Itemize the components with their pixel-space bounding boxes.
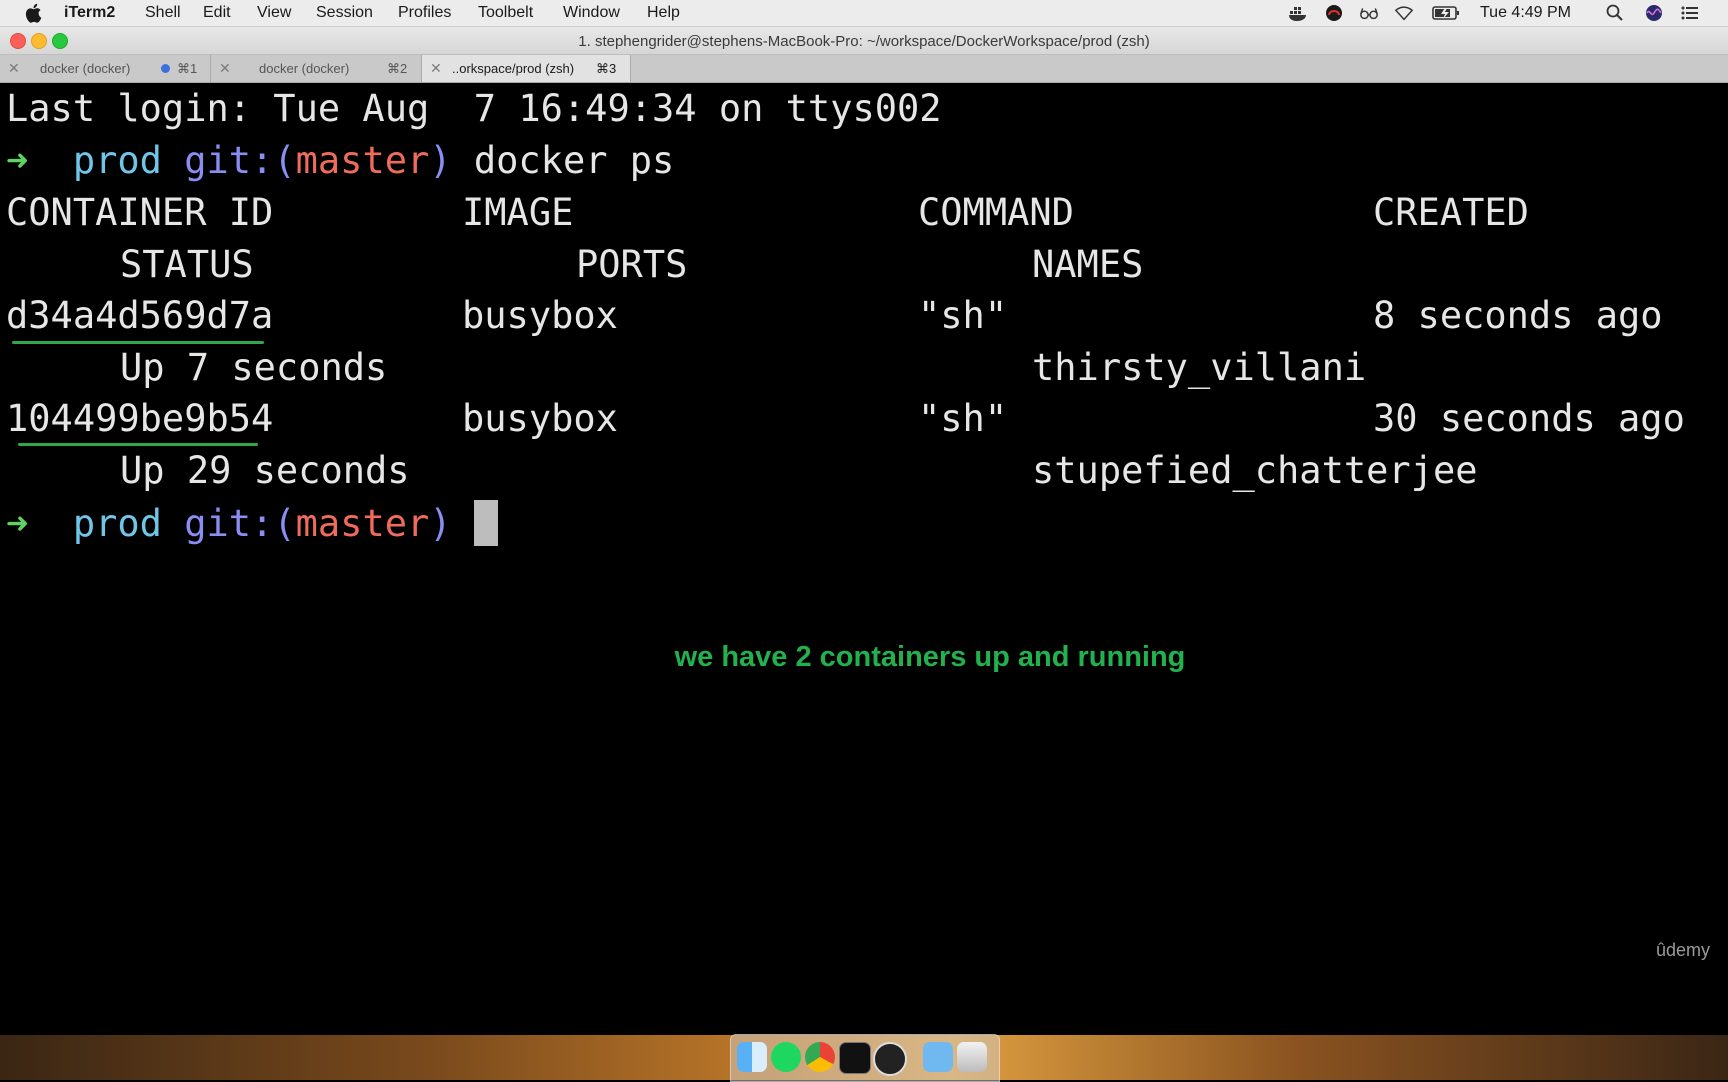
menubar-clock[interactable]: Tue 4:49 PM [1480,4,1571,22]
window-title: 1. stephengrider@stephens-MacBook-Pro: ~… [578,33,1150,50]
window-title-bar[interactable]: 1. stephengrider@stephens-MacBook-Pro: ~… [0,27,1728,55]
header-created: CREATED [1373,191,1529,234]
prompt-directory: prod [72,502,162,545]
creative-cloud-icon[interactable] [1324,4,1344,22]
header-command: COMMAND [918,191,1074,234]
dock [730,1034,1000,1082]
container-image: busybox [462,397,618,440]
prompt-git-suffix: ) [429,139,452,182]
prompt-git-prefix: git:( [184,502,296,545]
obs-icon[interactable] [873,1042,907,1076]
header-ports: PORTS [576,243,688,286]
underline-annotation [18,443,258,446]
text-cursor[interactable] [473,500,498,546]
prompt-line: ➜ prod git:(master) docker ps [6,139,674,183]
container-command: "sh" [918,397,1008,440]
last-login-line: Last login: Tue Aug 7 16:49:34 on ttys00… [6,87,942,130]
tab-2[interactable]: ✕ docker (docker) ⌘2 [211,55,422,82]
prompt-git-suffix: ) [429,502,452,545]
notification-center-icon[interactable] [1680,4,1700,22]
menu-bar: iTerm2 Shell Edit View Session Profiles … [0,0,1728,27]
tab-3[interactable]: ✕ ..orkspace/prod (zsh) ⌘3 [422,55,631,82]
container-command: "sh" [918,294,1008,337]
tab-label: docker (docker) [40,61,131,76]
prompt-branch: master [295,139,430,182]
typed-command: docker ps [473,139,675,182]
menu-app-name[interactable]: iTerm2 [64,4,115,22]
activity-dot-icon [161,64,170,73]
underline-annotation [12,341,264,344]
prompt-directory: prod [72,139,162,182]
terminal-pane[interactable]: Last login: Tue Aug 7 16:49:34 on ttys00… [0,83,1728,1035]
menu-help[interactable]: Help [647,4,680,22]
finder-icon[interactable] [737,1042,767,1072]
container-id: d34a4d569d7a [6,294,274,337]
header-names: NAMES [1032,243,1144,286]
folder-icon[interactable] [923,1042,953,1072]
wifi-icon[interactable] [1394,4,1414,22]
container-status: Up 7 seconds [120,346,388,389]
tab-shortcut: ⌘2 [387,61,408,76]
menu-edit[interactable]: Edit [203,4,231,22]
prompt-arrow-icon: ➜ [6,139,29,182]
container-names: stupefied_chatterjee [1032,449,1478,492]
glasses-icon[interactable] [1359,4,1379,22]
chrome-icon[interactable] [805,1042,835,1072]
header-status: STATUS [120,243,254,286]
menu-view[interactable]: View [257,4,291,22]
tab-bar: ✕ docker (docker) ⌘1 ✕ docker (docker) ⌘… [0,55,1728,83]
container-status: Up 29 seconds [120,449,410,492]
menu-toolbelt[interactable]: Toolbelt [478,4,533,22]
prompt-branch: master [295,502,430,545]
container-image: busybox [462,294,618,337]
prompt-arrow-icon: ➜ [6,502,29,545]
close-tab-icon[interactable]: ✕ [430,60,442,77]
container-created: 30 seconds ago [1373,397,1685,440]
menu-window[interactable]: Window [563,4,620,22]
container-created: 8 seconds ago [1373,294,1663,337]
apple-menu-icon[interactable] [24,3,42,23]
prompt-git-prefix: git:( [184,139,296,182]
close-tab-icon[interactable]: ✕ [8,60,20,77]
tab-1[interactable]: ✕ docker (docker) ⌘1 [0,55,211,82]
container-names: thirsty_villani [1032,346,1367,389]
battery-icon[interactable] [1432,4,1460,22]
container-id: 104499be9b54 [6,397,274,440]
tab-label: ..orkspace/prod (zsh) [452,61,575,76]
menu-shell[interactable]: Shell [145,4,181,22]
menu-profiles[interactable]: Profiles [398,4,451,22]
trash-icon[interactable] [957,1042,987,1072]
tab-shortcut: ⌘3 [596,61,617,76]
close-tab-icon[interactable]: ✕ [219,60,231,77]
caption-annotation: we have 2 containers up and running [674,641,1186,673]
header-image: IMAGE [462,191,574,234]
docker-icon[interactable] [1288,4,1308,22]
terminal-icon[interactable] [839,1042,871,1074]
search-icon[interactable] [1605,4,1625,22]
tab-label: docker (docker) [259,61,350,76]
tab-shortcut: ⌘1 [177,61,198,76]
header-container-id: CONTAINER ID [6,191,274,234]
udemy-watermark: ûdemy [1656,940,1711,960]
current-prompt-line: ➜ prod git:(master) [6,500,498,546]
menu-session[interactable]: Session [316,4,373,22]
siri-icon[interactable] [1644,4,1664,22]
spotify-icon[interactable] [771,1042,801,1072]
